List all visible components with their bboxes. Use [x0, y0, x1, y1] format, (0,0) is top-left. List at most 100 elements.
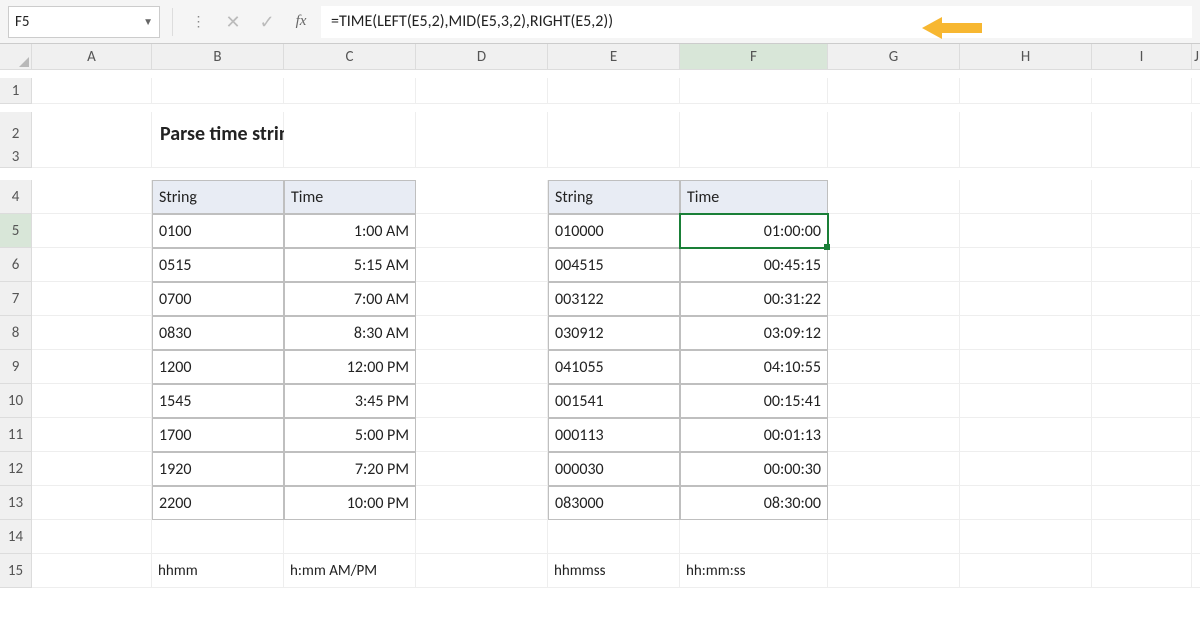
cell-E7[interactable]: 003122: [548, 282, 680, 316]
cell-J6[interactable]: [1192, 248, 1200, 282]
cell-E1[interactable]: [548, 78, 680, 104]
cell-H12[interactable]: [960, 452, 1092, 486]
cell-I15[interactable]: [1092, 554, 1192, 588]
cell-G4[interactable]: [828, 180, 960, 214]
cell-A14[interactable]: [32, 520, 152, 554]
cell-I14[interactable]: [1092, 520, 1192, 554]
cell-C1[interactable]: [284, 78, 416, 104]
cell-F15[interactable]: hh:mm:ss: [680, 554, 828, 588]
cell-I5[interactable]: [1092, 214, 1192, 248]
cell-B8[interactable]: 0830: [152, 316, 284, 350]
cell-B5[interactable]: 0100: [152, 214, 284, 248]
cell-J9[interactable]: [1192, 350, 1200, 384]
cell-I8[interactable]: [1092, 316, 1192, 350]
cell-D7[interactable]: [416, 282, 548, 316]
cell-G6[interactable]: [828, 248, 960, 282]
col-header-H[interactable]: H: [960, 44, 1092, 70]
row-header-7[interactable]: 7: [0, 282, 32, 316]
cell-B3[interactable]: [152, 146, 284, 168]
row-header-12[interactable]: 12: [0, 452, 32, 486]
row-header-1[interactable]: 1: [0, 78, 32, 104]
cell-A13[interactable]: [32, 486, 152, 520]
cell-F10[interactable]: 00:15:41: [680, 384, 828, 418]
cell-E11[interactable]: 000113: [548, 418, 680, 452]
cell-E14[interactable]: [548, 520, 680, 554]
cell-E3[interactable]: [548, 146, 680, 168]
row-header-5[interactable]: 5: [0, 214, 32, 248]
cell-D6[interactable]: [416, 248, 548, 282]
cell-J5[interactable]: [1192, 214, 1200, 248]
cell-C5[interactable]: 1:00 AM: [284, 214, 416, 248]
cell-A11[interactable]: [32, 418, 152, 452]
cell-B7[interactable]: 0700: [152, 282, 284, 316]
cell-D3[interactable]: [416, 146, 548, 168]
cell-J10[interactable]: [1192, 384, 1200, 418]
cell-H6[interactable]: [960, 248, 1092, 282]
row-header-6[interactable]: 6: [0, 248, 32, 282]
cell-H7[interactable]: [960, 282, 1092, 316]
cell-D15[interactable]: [416, 554, 548, 588]
cell-A8[interactable]: [32, 316, 152, 350]
cell-I1[interactable]: [1092, 78, 1192, 104]
cell-G7[interactable]: [828, 282, 960, 316]
cell-A6[interactable]: [32, 248, 152, 282]
cell-F11[interactable]: 00:01:13: [680, 418, 828, 452]
cell-I9[interactable]: [1092, 350, 1192, 384]
cell-I7[interactable]: [1092, 282, 1192, 316]
cell-I3[interactable]: [1092, 146, 1192, 168]
cell-J13[interactable]: [1192, 486, 1200, 520]
cell-E8[interactable]: 030912: [548, 316, 680, 350]
cell-H1[interactable]: [960, 78, 1092, 104]
cell-E12[interactable]: 000030: [548, 452, 680, 486]
row-header-13[interactable]: 13: [0, 486, 32, 520]
cell-C9[interactable]: 12:00 PM: [284, 350, 416, 384]
cell-F9[interactable]: 04:10:55: [680, 350, 828, 384]
cell-H14[interactable]: [960, 520, 1092, 554]
cell-C10[interactable]: 3:45 PM: [284, 384, 416, 418]
cell-G1[interactable]: [828, 78, 960, 104]
col-header-B[interactable]: B: [152, 44, 284, 70]
row-header-14[interactable]: 14: [0, 520, 32, 554]
cell-E15[interactable]: hhmmss: [548, 554, 680, 588]
cell-E5[interactable]: 010000: [548, 214, 680, 248]
cell-H9[interactable]: [960, 350, 1092, 384]
cell-J1[interactable]: [1192, 78, 1200, 104]
cell-B4[interactable]: String: [152, 180, 284, 214]
cell-H4[interactable]: [960, 180, 1092, 214]
cell-E4[interactable]: String: [548, 180, 680, 214]
cell-I11[interactable]: [1092, 418, 1192, 452]
fx-icon[interactable]: fx: [287, 8, 315, 36]
cell-A12[interactable]: [32, 452, 152, 486]
col-header-D[interactable]: D: [416, 44, 548, 70]
cell-B14[interactable]: [152, 520, 284, 554]
cancel-icon[interactable]: ✕: [219, 8, 247, 36]
cell-F13[interactable]: 08:30:00: [680, 486, 828, 520]
cell-G3[interactable]: [828, 146, 960, 168]
cell-J11[interactable]: [1192, 418, 1200, 452]
select-all-corner[interactable]: [0, 44, 32, 70]
cell-A1[interactable]: [32, 78, 152, 104]
cell-J14[interactable]: [1192, 520, 1200, 554]
cell-D9[interactable]: [416, 350, 548, 384]
cell-C6[interactable]: 5:15 AM: [284, 248, 416, 282]
col-header-I[interactable]: I: [1092, 44, 1192, 70]
cell-H13[interactable]: [960, 486, 1092, 520]
cell-G9[interactable]: [828, 350, 960, 384]
cell-H11[interactable]: [960, 418, 1092, 452]
col-header-J[interactable]: J: [1192, 44, 1200, 70]
cell-A4[interactable]: [32, 180, 152, 214]
cell-C3[interactable]: [284, 146, 416, 168]
row-header-10[interactable]: 10: [0, 384, 32, 418]
cell-J3[interactable]: [1192, 146, 1200, 168]
cell-J12[interactable]: [1192, 452, 1200, 486]
cell-J8[interactable]: [1192, 316, 1200, 350]
cell-A7[interactable]: [32, 282, 152, 316]
cell-H5[interactable]: [960, 214, 1092, 248]
cell-D4[interactable]: [416, 180, 548, 214]
cell-B6[interactable]: 0515: [152, 248, 284, 282]
more-icon[interactable]: ⋮: [185, 8, 213, 36]
cell-I10[interactable]: [1092, 384, 1192, 418]
cell-B12[interactable]: 1920: [152, 452, 284, 486]
row-header-8[interactable]: 8: [0, 316, 32, 350]
enter-icon[interactable]: ✓: [253, 8, 281, 36]
